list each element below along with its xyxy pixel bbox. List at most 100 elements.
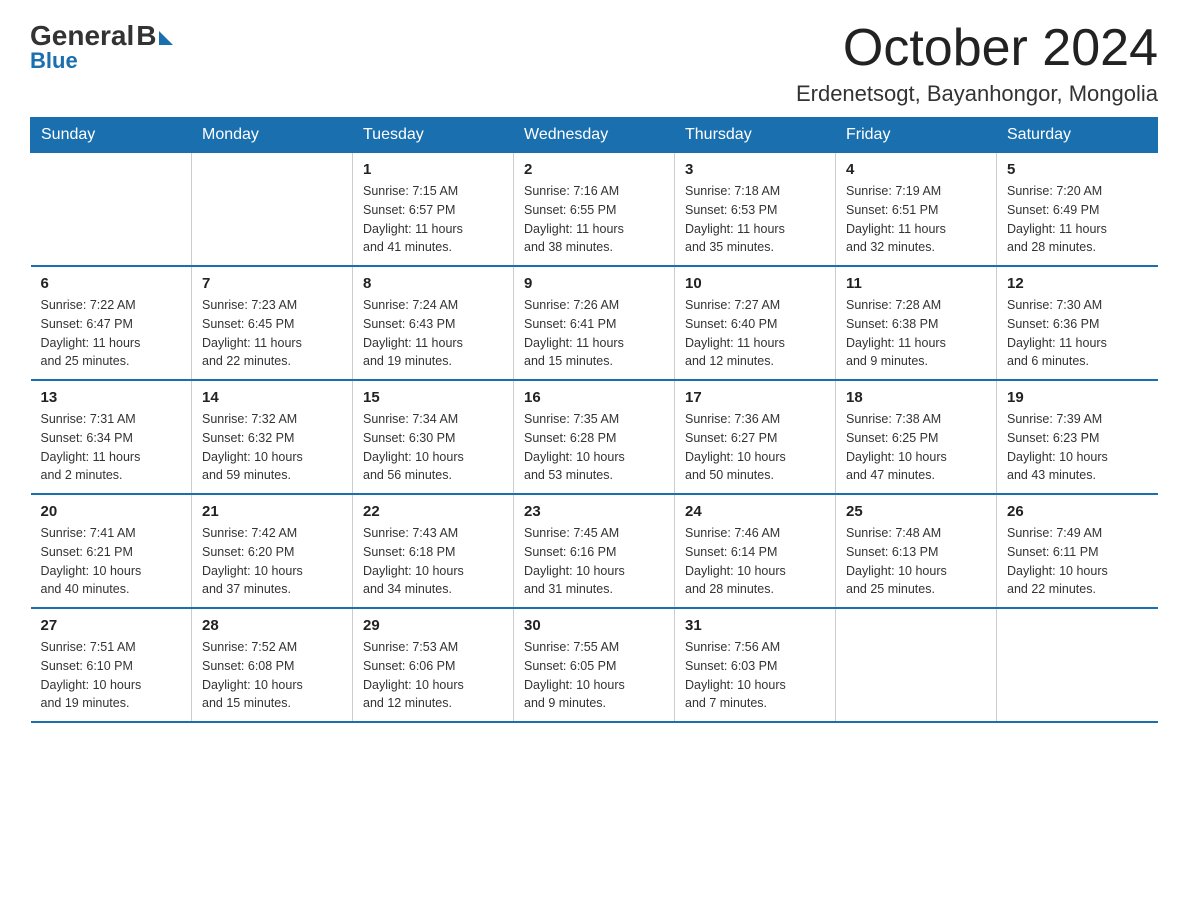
day-info: Sunrise: 7:34 AM Sunset: 6:30 PM Dayligh… (363, 410, 503, 485)
day-info: Sunrise: 7:49 AM Sunset: 6:11 PM Dayligh… (1007, 524, 1148, 599)
calendar-cell: 22 Sunrise: 7:43 AM Sunset: 6:18 PM Dayli… (353, 494, 514, 608)
day-number: 1 (363, 161, 503, 178)
calendar-week-row: 13 Sunrise: 7:31 AM Sunset: 6:34 PM Dayli… (31, 380, 1158, 494)
day-info: Sunrise: 7:52 AM Sunset: 6:08 PM Dayligh… (202, 638, 342, 713)
day-info: Sunrise: 7:28 AM Sunset: 6:38 PM Dayligh… (846, 296, 986, 371)
day-info: Sunrise: 7:35 AM Sunset: 6:28 PM Dayligh… (524, 410, 664, 485)
day-number: 18 (846, 389, 986, 406)
calendar-week-row: 27 Sunrise: 7:51 AM Sunset: 6:10 PM Dayli… (31, 608, 1158, 722)
calendar-week-row: 6 Sunrise: 7:22 AM Sunset: 6:47 PM Daylig… (31, 266, 1158, 380)
day-number: 6 (41, 275, 182, 292)
page-header: General B Blue October 2024 Erdenetsogt,… (30, 20, 1158, 107)
calendar-cell: 18 Sunrise: 7:38 AM Sunset: 6:25 PM Dayli… (836, 380, 997, 494)
day-info: Sunrise: 7:16 AM Sunset: 6:55 PM Dayligh… (524, 182, 664, 257)
header-tuesday: Tuesday (353, 118, 514, 153)
calendar-cell: 31Sunrise: 7:56 AM Sunset: 6:03 PM Dayli… (675, 608, 836, 722)
day-info: Sunrise: 7:51 AM Sunset: 6:10 PM Dayligh… (41, 638, 182, 713)
day-number: 3 (685, 161, 825, 178)
day-number: 26 (1007, 503, 1148, 520)
calendar-cell: 25 Sunrise: 7:48 AM Sunset: 6:13 PM Dayli… (836, 494, 997, 608)
day-number: 9 (524, 275, 664, 292)
calendar-cell: 12 Sunrise: 7:30 AM Sunset: 6:36 PM Dayli… (997, 266, 1158, 380)
calendar-cell: 28Sunrise: 7:52 AM Sunset: 6:08 PM Dayli… (192, 608, 353, 722)
day-info: Sunrise: 7:48 AM Sunset: 6:13 PM Dayligh… (846, 524, 986, 599)
logo: General B Blue (30, 20, 173, 74)
calendar-cell: 13 Sunrise: 7:31 AM Sunset: 6:34 PM Dayli… (31, 380, 192, 494)
calendar-cell: 16 Sunrise: 7:35 AM Sunset: 6:28 PM Dayli… (514, 380, 675, 494)
header-thursday: Thursday (675, 118, 836, 153)
calendar-cell (31, 153, 192, 267)
day-info: Sunrise: 7:30 AM Sunset: 6:36 PM Dayligh… (1007, 296, 1148, 371)
day-info: Sunrise: 7:43 AM Sunset: 6:18 PM Dayligh… (363, 524, 503, 599)
day-info: Sunrise: 7:36 AM Sunset: 6:27 PM Dayligh… (685, 410, 825, 485)
title-section: October 2024 Erdenetsogt, Bayanhongor, M… (796, 20, 1158, 107)
calendar-week-row: 1 Sunrise: 7:15 AM Sunset: 6:57 PM Daylig… (31, 153, 1158, 267)
day-number: 4 (846, 161, 986, 178)
day-number: 29 (363, 617, 503, 634)
calendar-cell: 6 Sunrise: 7:22 AM Sunset: 6:47 PM Daylig… (31, 266, 192, 380)
day-info: Sunrise: 7:20 AM Sunset: 6:49 PM Dayligh… (1007, 182, 1148, 257)
calendar-cell: 24 Sunrise: 7:46 AM Sunset: 6:14 PM Dayli… (675, 494, 836, 608)
calendar-cell: 1 Sunrise: 7:15 AM Sunset: 6:57 PM Daylig… (353, 153, 514, 267)
day-info: Sunrise: 7:53 AM Sunset: 6:06 PM Dayligh… (363, 638, 503, 713)
day-info: Sunrise: 7:55 AM Sunset: 6:05 PM Dayligh… (524, 638, 664, 713)
day-info: Sunrise: 7:18 AM Sunset: 6:53 PM Dayligh… (685, 182, 825, 257)
day-info: Sunrise: 7:23 AM Sunset: 6:45 PM Dayligh… (202, 296, 342, 371)
day-number: 17 (685, 389, 825, 406)
calendar-cell: 26 Sunrise: 7:49 AM Sunset: 6:11 PM Dayli… (997, 494, 1158, 608)
day-number: 22 (363, 503, 503, 520)
day-number: 7 (202, 275, 342, 292)
calendar-table: SundayMondayTuesdayWednesdayThursdayFrid… (30, 117, 1158, 723)
calendar-cell: 15Sunrise: 7:34 AM Sunset: 6:30 PM Dayli… (353, 380, 514, 494)
day-number: 16 (524, 389, 664, 406)
calendar-cell: 7 Sunrise: 7:23 AM Sunset: 6:45 PM Daylig… (192, 266, 353, 380)
calendar-week-row: 20 Sunrise: 7:41 AM Sunset: 6:21 PM Dayli… (31, 494, 1158, 608)
header-monday: Monday (192, 118, 353, 153)
day-info: Sunrise: 7:24 AM Sunset: 6:43 PM Dayligh… (363, 296, 503, 371)
day-info: Sunrise: 7:46 AM Sunset: 6:14 PM Dayligh… (685, 524, 825, 599)
calendar-cell: 5 Sunrise: 7:20 AM Sunset: 6:49 PM Daylig… (997, 153, 1158, 267)
calendar-cell: 14Sunrise: 7:32 AM Sunset: 6:32 PM Dayli… (192, 380, 353, 494)
calendar-cell: 11 Sunrise: 7:28 AM Sunset: 6:38 PM Dayli… (836, 266, 997, 380)
calendar-cell: 20 Sunrise: 7:41 AM Sunset: 6:21 PM Dayli… (31, 494, 192, 608)
day-number: 5 (1007, 161, 1148, 178)
day-info: Sunrise: 7:38 AM Sunset: 6:25 PM Dayligh… (846, 410, 986, 485)
header-wednesday: Wednesday (514, 118, 675, 153)
day-number: 25 (846, 503, 986, 520)
day-number: 13 (41, 389, 182, 406)
day-info: Sunrise: 7:56 AM Sunset: 6:03 PM Dayligh… (685, 638, 825, 713)
calendar-cell: 30 Sunrise: 7:55 AM Sunset: 6:05 PM Dayli… (514, 608, 675, 722)
day-number: 27 (41, 617, 182, 634)
day-info: Sunrise: 7:45 AM Sunset: 6:16 PM Dayligh… (524, 524, 664, 599)
day-info: Sunrise: 7:42 AM Sunset: 6:20 PM Dayligh… (202, 524, 342, 599)
logo-triangle-icon (159, 31, 173, 45)
calendar-cell: 3 Sunrise: 7:18 AM Sunset: 6:53 PM Daylig… (675, 153, 836, 267)
calendar-cell: 10 Sunrise: 7:27 AM Sunset: 6:40 PM Dayli… (675, 266, 836, 380)
calendar-cell: 29 Sunrise: 7:53 AM Sunset: 6:06 PM Dayli… (353, 608, 514, 722)
calendar-cell: 27 Sunrise: 7:51 AM Sunset: 6:10 PM Dayli… (31, 608, 192, 722)
day-info: Sunrise: 7:41 AM Sunset: 6:21 PM Dayligh… (41, 524, 182, 599)
calendar-cell (192, 153, 353, 267)
day-number: 24 (685, 503, 825, 520)
day-info: Sunrise: 7:15 AM Sunset: 6:57 PM Dayligh… (363, 182, 503, 257)
day-number: 30 (524, 617, 664, 634)
day-info: Sunrise: 7:39 AM Sunset: 6:23 PM Dayligh… (1007, 410, 1148, 485)
day-info: Sunrise: 7:27 AM Sunset: 6:40 PM Dayligh… (685, 296, 825, 371)
day-info: Sunrise: 7:22 AM Sunset: 6:47 PM Dayligh… (41, 296, 182, 371)
day-info: Sunrise: 7:31 AM Sunset: 6:34 PM Dayligh… (41, 410, 182, 485)
calendar-cell: 23Sunrise: 7:45 AM Sunset: 6:16 PM Dayli… (514, 494, 675, 608)
header-saturday: Saturday (997, 118, 1158, 153)
day-number: 19 (1007, 389, 1148, 406)
location-subtitle: Erdenetsogt, Bayanhongor, Mongolia (796, 81, 1158, 107)
day-number: 10 (685, 275, 825, 292)
calendar-cell: 21Sunrise: 7:42 AM Sunset: 6:20 PM Dayli… (192, 494, 353, 608)
day-number: 20 (41, 503, 182, 520)
day-number: 11 (846, 275, 986, 292)
calendar-cell (836, 608, 997, 722)
header-friday: Friday (836, 118, 997, 153)
day-info: Sunrise: 7:32 AM Sunset: 6:32 PM Dayligh… (202, 410, 342, 485)
day-info: Sunrise: 7:19 AM Sunset: 6:51 PM Dayligh… (846, 182, 986, 257)
calendar-cell: 17 Sunrise: 7:36 AM Sunset: 6:27 PM Dayli… (675, 380, 836, 494)
day-number: 12 (1007, 275, 1148, 292)
calendar-cell: 19 Sunrise: 7:39 AM Sunset: 6:23 PM Dayli… (997, 380, 1158, 494)
